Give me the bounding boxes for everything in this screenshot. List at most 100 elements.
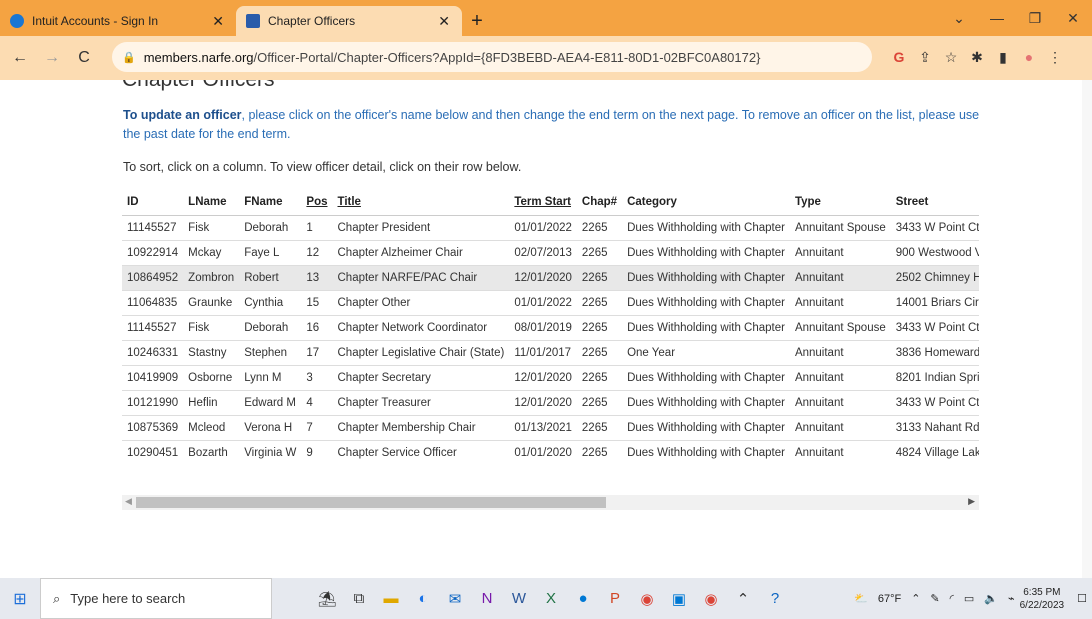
col-chap[interactable]: Chap#	[576, 190, 623, 216]
col-term-start[interactable]: Term Start	[509, 190, 577, 216]
tab-intuit[interactable]: Intuit Accounts - Sign In ✕	[0, 6, 236, 36]
table-row[interactable]: 10419909 Osborne Lynn M 3 Chapter Secretary 1…	[122, 365, 979, 391]
table-row[interactable]: 11145527 Fisk Deborah 16 Chapter Network Coo…	[122, 315, 979, 341]
table-cell: 4	[301, 390, 333, 416]
table-cell: Deborah	[239, 315, 302, 341]
vertical-scrollbar[interactable]	[1082, 80, 1092, 578]
weather-icon[interactable]: ⛅	[854, 592, 868, 605]
store-icon[interactable]: ▣	[664, 584, 694, 614]
table-cell: 4824 Village Lake Dr	[890, 440, 979, 460]
forward-icon[interactable]: →	[40, 49, 64, 67]
windows-start-icon[interactable]: ⊞	[0, 578, 40, 619]
table-cell: Annuitant	[789, 365, 891, 391]
table-cell: 08/01/2019	[509, 315, 577, 341]
bookmark-star-icon[interactable]: ☆	[938, 44, 964, 70]
new-tab-button[interactable]: +	[462, 6, 492, 36]
network-icon[interactable]: ⌁	[1008, 592, 1015, 605]
back-icon[interactable]: ←	[8, 49, 32, 67]
col-title[interactable]: Title	[332, 190, 510, 216]
col-category[interactable]: Category	[622, 190, 790, 216]
sidepanel-icon[interactable]: ▮	[990, 44, 1016, 70]
table-cell: Fisk	[183, 315, 240, 341]
table-cell: Stephen	[239, 340, 302, 366]
battery-icon[interactable]: ▭	[964, 592, 974, 605]
scroll-left-icon[interactable]: ◀	[125, 496, 132, 507]
intro-rest: , please click on the officer's name bel…	[123, 108, 980, 141]
help-icon[interactable]: ?	[760, 584, 790, 614]
table-cell: Chapter President	[332, 215, 510, 241]
tab-chapter-officers[interactable]: Chapter Officers ✕	[236, 6, 462, 36]
file-explorer-icon[interactable]: ▬	[376, 584, 406, 614]
pen-icon[interactable]: ✎	[930, 592, 939, 605]
table-cell: 17	[301, 340, 333, 366]
table-row[interactable]: 11064835 Graunke Cynthia 15 Chapter Other 01/…	[122, 290, 979, 316]
chevron-down-icon[interactable]: ⌄	[940, 0, 978, 36]
task-view-icon[interactable]: ⧉	[344, 584, 374, 614]
table-row[interactable]: 10290451 Bozarth Virginia W 9 Chapter Servic…	[122, 440, 979, 460]
profile-avatar-icon[interactable]: ●	[1016, 44, 1042, 70]
url-bar[interactable]: 🔒 members.narfe.org/Officer-Portal/Chapt…	[112, 42, 872, 72]
col-type[interactable]: Type	[789, 190, 891, 216]
table-cell: Dues Withholding with Chapter	[622, 215, 790, 241]
col-id[interactable]: ID	[122, 190, 184, 216]
table-cell: Chapter NARFE/PAC Chair	[332, 265, 510, 291]
close-icon[interactable]: ✕	[438, 13, 450, 30]
edge-icon[interactable]: ◐	[408, 584, 438, 614]
mail-icon[interactable]: ✉	[440, 584, 470, 614]
close-window-icon[interactable]: ✕	[1054, 0, 1092, 36]
table-row[interactable]: 10922914 Mckay Faye L 12 Chapter Alzheimer C…	[122, 240, 979, 266]
table-cell: Chapter Service Officer	[332, 440, 510, 460]
table-row[interactable]: 10121990 Heflin Edward M 4 Chapter Treasurer…	[122, 390, 979, 416]
menu-icon[interactable]: ⋮	[1042, 44, 1068, 70]
col-street[interactable]: Street	[890, 190, 979, 216]
taskbar-search-input[interactable]: ⌕ Type here to search	[40, 578, 272, 619]
table-row[interactable]: 10875369 Mcleod Verona H 7 Chapter Membershi…	[122, 415, 979, 441]
sort-hint: To sort, click on a column. To view offi…	[123, 160, 522, 174]
beach-widget-icon[interactable]: ⛱	[312, 584, 342, 614]
powerpoint-icon[interactable]: P	[600, 584, 630, 614]
system-tray: ⛅ 67°F ⌃ ✎ ◜ ▭ 🔈 ⌁ 6:35 PM 6/22/2023 ☐	[849, 578, 1092, 619]
table-cell: 10290451	[122, 440, 184, 460]
extensions-icon[interactable]: ✱	[964, 44, 990, 70]
restore-icon[interactable]: ❐	[1016, 0, 1054, 36]
chrome-active-icon[interactable]: ◉	[696, 584, 726, 614]
volume-icon[interactable]: 🔈	[984, 592, 998, 605]
table-cell: 01/01/2022	[509, 215, 577, 241]
table-row[interactable]: 11145527 Fisk Deborah 1 Chapter President 01/…	[122, 215, 979, 241]
col-fname[interactable]: FName	[239, 190, 302, 216]
col-pos[interactable]: Pos	[301, 190, 333, 216]
wifi-icon[interactable]: ◜	[950, 592, 954, 605]
word-icon[interactable]: W	[504, 584, 534, 614]
table-cell: 13	[301, 265, 333, 291]
overflow-icon[interactable]: ⌃	[728, 584, 758, 614]
weather-temp[interactable]: 67°F	[878, 593, 901, 605]
close-icon[interactable]: ✕	[212, 13, 224, 30]
table-cell: 2265	[576, 415, 623, 441]
clock[interactable]: 6:35 PM 6/22/2023	[1020, 586, 1065, 612]
google-icon[interactable]: G	[886, 44, 912, 70]
table-cell: Robert	[239, 265, 302, 291]
table-cell: 3433 W Point Ct	[890, 390, 979, 416]
tray-overflow-icon[interactable]: ⌃	[911, 592, 920, 605]
table-row[interactable]: 10246331 Stastny Stephen 17 Chapter Legislat…	[122, 340, 979, 366]
minimize-icon[interactable]: —	[978, 0, 1016, 36]
table-row[interactable]: 10864952 Zombron Robert 13 Chapter NARFE/PAC…	[122, 265, 979, 291]
chrome-icon[interactable]: ◉	[632, 584, 662, 614]
cortana-icon[interactable]: ●	[568, 584, 598, 614]
excel-icon[interactable]: X	[536, 584, 566, 614]
notifications-icon[interactable]: ☐	[1077, 592, 1087, 605]
col-lname[interactable]: LName	[183, 190, 240, 216]
page-content: Chapter Officers To update an officer, p…	[0, 80, 1092, 578]
table-cell: 2265	[576, 240, 623, 266]
share-icon[interactable]: ⇪	[912, 44, 938, 70]
scroll-right-icon[interactable]: ▶	[968, 496, 975, 507]
table-cell: Dues Withholding with Chapter	[622, 290, 790, 316]
horizontal-scrollbar[interactable]: ◀ ▶	[122, 495, 979, 510]
table-cell: 10922914	[122, 240, 184, 266]
onenote-icon[interactable]: N	[472, 584, 502, 614]
scrollbar-thumb[interactable]	[136, 497, 606, 508]
table-cell: 10121990	[122, 390, 184, 416]
table-cell: 2265	[576, 215, 623, 241]
reload-icon[interactable]: C	[72, 49, 96, 67]
search-icon: ⌕	[53, 590, 61, 606]
